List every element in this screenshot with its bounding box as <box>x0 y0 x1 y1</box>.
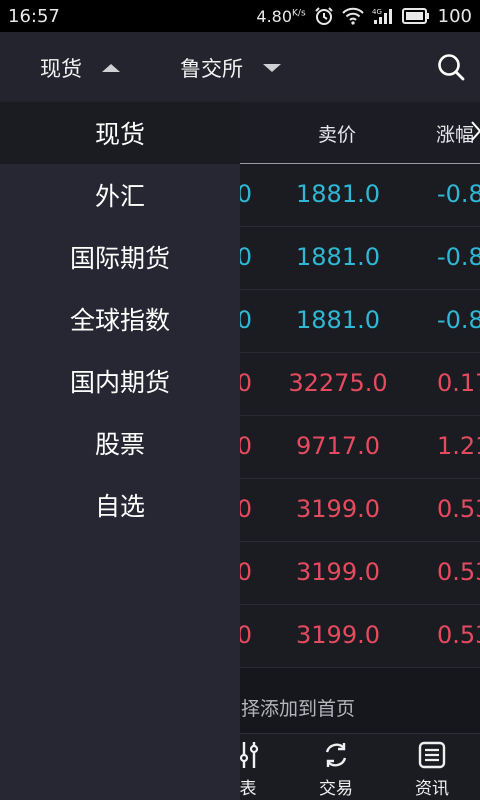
sell-price: 9717.0 <box>296 432 380 460</box>
scroll-right-arrow-icon[interactable] <box>470 120 480 147</box>
drawer-item-stocks[interactable]: 股票 <box>0 412 240 474</box>
news-icon <box>418 741 446 769</box>
drawer-item-spot[interactable]: 现货 <box>0 102 240 164</box>
drawer-item-intl-futures[interactable]: 国际期货 <box>0 226 240 288</box>
nav-trade-label: 交易 <box>319 779 353 799</box>
alarm-icon <box>314 6 334 26</box>
change-percent: -0.84 <box>437 306 480 334</box>
change-percent: 0.53 <box>437 495 480 523</box>
nav-news-label: 资讯 <box>415 779 449 799</box>
net-speed-unit: K/s <box>292 8 306 19</box>
drawer-item-domestic-futures[interactable]: 国内期货 <box>0 350 240 412</box>
svg-text:4G: 4G <box>372 8 382 16</box>
change-percent: 0.53 <box>437 558 480 586</box>
column-sell-price[interactable]: 卖价 <box>318 120 356 147</box>
change-percent: -0.84 <box>437 180 480 208</box>
change-percent: 0.17 <box>437 369 480 397</box>
battery-icon <box>401 8 430 24</box>
status-icons: 4.80K/s 4G 100 <box>256 6 472 27</box>
caret-down-icon <box>263 64 281 72</box>
drawer-item-global-index[interactable]: 全球指数 <box>0 288 240 350</box>
sell-price: 3199.0 <box>296 558 380 586</box>
battery-level: 100 <box>437 5 472 27</box>
nav-trade[interactable]: 交易 <box>288 734 384 800</box>
drawer-item-forex[interactable]: 外汇 <box>0 164 240 226</box>
sell-price: 32275.0 <box>288 369 388 397</box>
sell-price: 1881.0 <box>296 180 380 208</box>
add-to-home-hint[interactable]: 择添加到首页 <box>241 694 355 721</box>
sell-price: 3199.0 <box>296 495 380 523</box>
net-speed-value: 4.80 <box>256 6 293 26</box>
column-change[interactable]: 涨幅 <box>436 120 474 147</box>
change-percent: 0.53 <box>437 621 480 649</box>
sell-price: 1881.0 <box>296 243 380 271</box>
change-percent: 1.21 <box>437 432 480 460</box>
market-type-label: 现货 <box>40 57 82 81</box>
search-icon[interactable] <box>436 52 466 82</box>
change-percent: -0.84 <box>437 243 480 271</box>
refresh-icon <box>325 743 347 767</box>
drawer-item-watchlist[interactable]: 自选 <box>0 474 240 536</box>
nav-news[interactable]: 资讯 <box>384 734 480 800</box>
exchange-label: 鲁交所 <box>180 57 243 81</box>
status-time: 16:57 <box>8 5 60 27</box>
status-bar: 16:57 4.80K/s 4G 100 <box>0 0 480 32</box>
top-header: 现货 鲁交所 <box>0 32 480 102</box>
wifi-icon <box>341 7 364 25</box>
exchange-selector[interactable]: 鲁交所 <box>180 53 281 83</box>
caret-up-icon <box>102 64 120 72</box>
net-speed: 4.80K/s <box>256 7 305 26</box>
nav-chart-label: 表 <box>239 779 257 799</box>
market-type-drawer: 现货 外汇 国际期货 全球指数 国内期货 股票 自选 <box>0 102 240 800</box>
signal-4g-icon: 4G <box>372 7 394 25</box>
sell-price: 3199.0 <box>296 621 380 649</box>
sell-price: 1881.0 <box>296 306 380 334</box>
market-type-selector[interactable]: 现货 <box>40 53 120 83</box>
